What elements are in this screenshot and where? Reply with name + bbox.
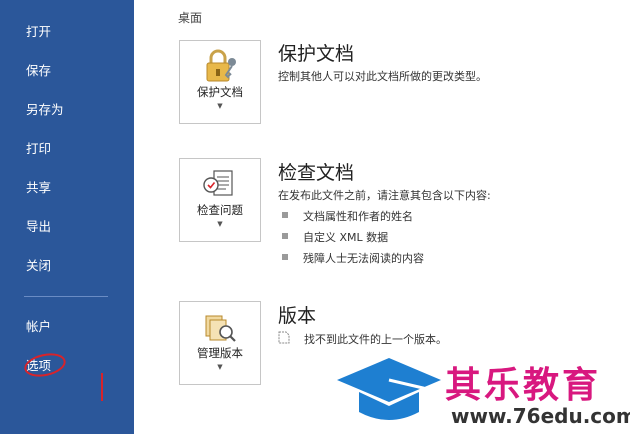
bullet-icon (282, 233, 288, 239)
protect-document-heading: 保护文档 (278, 43, 355, 65)
chevron-down-icon: ▼ (217, 220, 223, 228)
annotation-circle (22, 349, 68, 381)
nav-open[interactable]: 打开 (26, 24, 51, 40)
bullet-icon (282, 212, 288, 218)
nav-share[interactable]: 共享 (26, 180, 51, 196)
nav-close[interactable]: 关闭 (26, 258, 51, 274)
watermark: 其乐教育 www.76edu.com (335, 352, 630, 434)
annotation-mark (101, 373, 103, 401)
chevron-down-icon: ▼ (217, 363, 223, 371)
document-title-partial: ———·——·——·——— ·—— (174, 0, 419, 9)
nav-export[interactable]: 导出 (26, 219, 51, 235)
protect-document-label: 保护文档 (197, 85, 243, 99)
inspect-item-2: 自定义 XML 数据 (303, 231, 389, 244)
nav-save[interactable]: 保存 (26, 63, 51, 79)
versions-description: 找不到此文件的上一个版本。 (304, 333, 447, 346)
protect-document-button[interactable]: 保护文档 ▼ (179, 40, 261, 124)
backstage-sidebar: 打开 保存 另存为 打印 共享 导出 关闭 帐户 选项 (0, 0, 134, 434)
watermark-url: www.76edu.com (451, 404, 630, 428)
document-icon (278, 331, 290, 344)
watermark-brand: 其乐教育 (445, 365, 602, 406)
inspect-item-3: 残障人士无法阅读的内容 (303, 252, 424, 265)
bullet-icon (282, 254, 288, 260)
manage-versions-button[interactable]: 管理版本 ▼ (179, 301, 261, 385)
manage-versions-icon (205, 315, 236, 342)
nav-divider (24, 296, 108, 297)
inspect-document-description: 在发布此文件之前，请注意其包含以下内容: (278, 189, 491, 202)
check-for-issues-label: 检查问题 (197, 203, 243, 217)
check-for-issues-button[interactable]: 检查问题 ▼ (179, 158, 261, 242)
inspect-document-icon (203, 170, 233, 196)
protect-document-description: 控制其他人可以对此文档所做的更改类型。 (278, 70, 487, 83)
file-location: 桌面 (178, 11, 203, 25)
inspect-document-heading: 检查文档 (278, 162, 355, 184)
versions-heading: 版本 (278, 305, 317, 327)
manage-versions-label: 管理版本 (197, 346, 243, 360)
lock-key-icon (206, 49, 236, 82)
inspect-item-1: 文档属性和作者的姓名 (303, 210, 413, 223)
graduation-cap-logo-icon (337, 358, 441, 420)
nav-save-as[interactable]: 另存为 (26, 102, 64, 118)
nav-account[interactable]: 帐户 (26, 319, 51, 335)
nav-print[interactable]: 打印 (26, 141, 51, 157)
chevron-down-icon: ▼ (217, 102, 223, 110)
